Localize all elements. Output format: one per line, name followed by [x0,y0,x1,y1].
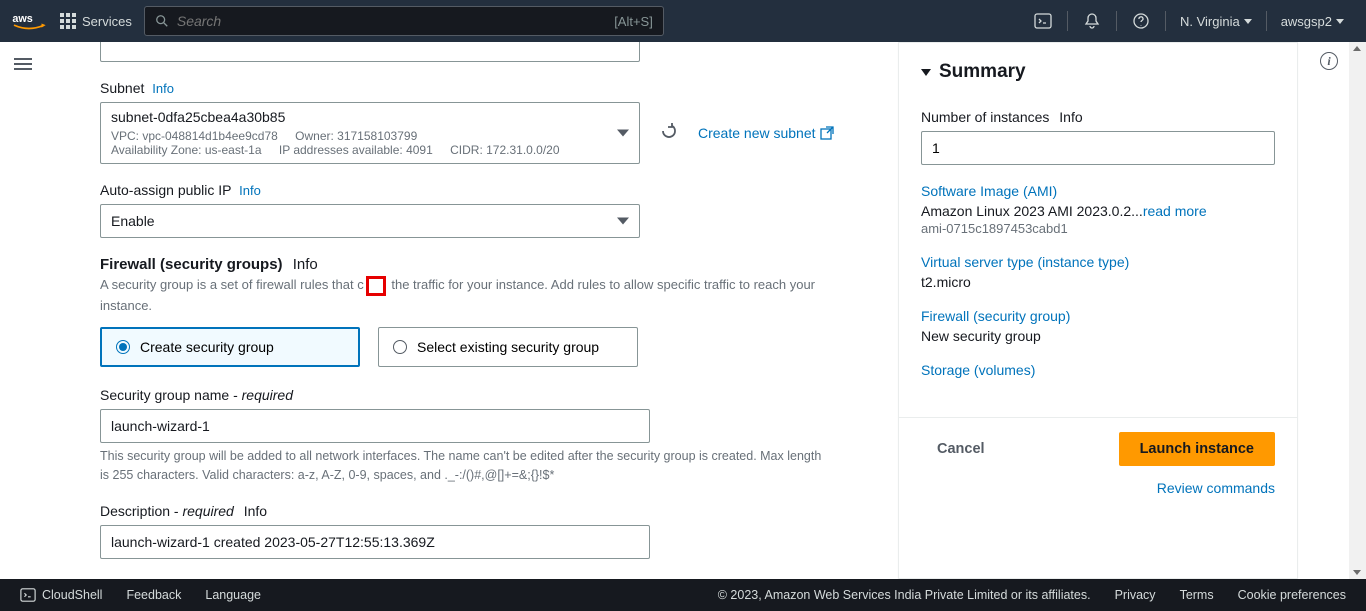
summary-firewall-value: New security group [921,328,1275,344]
sg-desc-input[interactable] [100,525,650,559]
aws-logo[interactable]: aws [12,11,46,31]
sidebar-toggle[interactable] [14,55,32,73]
summary-firewall-link[interactable]: Firewall (security group) [921,308,1275,324]
firewall-heading: Firewall (security groups) [100,256,283,273]
highlight-box [366,276,386,296]
footer-privacy[interactable]: Privacy [1115,588,1156,602]
summary-heading[interactable]: Summary [899,43,1297,97]
instances-info-link[interactable]: Info [1059,109,1082,125]
external-link-icon [820,126,834,140]
footer-copyright: © 2023, Amazon Web Services India Privat… [718,588,1091,602]
footer: CloudShell Feedback Language © 2023, Ama… [0,579,1366,611]
subnet-meta: VPC: vpc-048814d1b4ee9cd78 Owner: 317158… [111,129,629,157]
vertical-scrollbar[interactable] [1349,42,1366,579]
cloudshell-icon[interactable] [1033,11,1053,31]
ami-value: Amazon Linux 2023 AMI 2023.0.2...read mo… [921,203,1275,219]
summary-body: Number of instances Info Software Image … [899,97,1297,417]
subnet-info-link[interactable]: Info [152,81,174,96]
sg-name-help: This security group will be added to all… [100,447,830,485]
summary-actions: Cancel Launch instance Review commands [899,417,1297,510]
radio-create-sg[interactable]: Create security group [100,327,360,367]
radio-indicator [116,340,130,354]
footer-feedback[interactable]: Feedback [126,588,181,602]
footer-language[interactable]: Language [205,588,261,602]
account-selector[interactable]: awsgsp2 [1281,14,1344,29]
radio-select-sg[interactable]: Select existing security group [378,327,638,367]
form-area: Subnet Info subnet-0dfa25cbea4a30b85 VPC… [100,42,872,579]
top-nav: aws Services [Alt+S] N. Virginia awsgsp2 [0,0,1366,42]
auto-ip-select[interactable]: Enable [100,204,640,238]
refresh-icon[interactable] [660,122,678,145]
caret-down-icon [1336,19,1344,24]
chevron-down-icon [617,130,629,137]
sg-name-label: Security group name - required [100,387,862,403]
region-selector[interactable]: N. Virginia [1180,14,1252,29]
cancel-button[interactable]: Cancel [921,433,1001,465]
search-shortcut: [Alt+S] [614,14,653,29]
instances-input[interactable] [921,131,1275,165]
instance-type-value: t2.micro [921,274,1275,290]
firewall-info-link[interactable]: Info [293,256,318,273]
ami-id: ami-0715c1897453cabd1 [921,221,1275,236]
footer-cookies[interactable]: Cookie preferences [1238,588,1346,602]
services-label: Services [82,14,132,29]
subnet-id: subnet-0dfa25cbea4a30b85 [111,109,629,125]
svg-text:aws: aws [12,13,32,25]
auto-ip-info-link[interactable]: Info [239,183,261,198]
review-commands-link[interactable]: Review commands [921,480,1275,496]
caret-down-icon [921,69,931,76]
sg-desc-info-link[interactable]: Info [244,503,267,519]
auto-ip-label: Auto-assign public IP Info [100,182,862,198]
storage-link[interactable]: Storage (volumes) [921,362,1275,378]
vpc-select-partial[interactable] [100,42,640,62]
radio-indicator [393,340,407,354]
help-icon[interactable] [1131,11,1151,31]
summary-panel: Summary Number of instances Info Softwar… [898,42,1298,579]
firewall-description: A security group is a set of firewall ru… [100,275,820,315]
sg-name-input[interactable] [100,409,650,443]
launch-instance-button[interactable]: Launch instance [1119,432,1275,466]
read-more-link[interactable]: read more [1143,203,1207,219]
search-input[interactable] [177,13,653,29]
footer-cloudshell[interactable]: CloudShell [20,587,102,603]
caret-down-icon [1244,19,1252,24]
instances-label: Number of instances Info [921,109,1275,125]
notifications-icon[interactable] [1082,11,1102,31]
search-box[interactable]: [Alt+S] [144,6,664,36]
services-button[interactable]: Services [60,13,132,29]
chevron-down-icon [617,218,629,225]
footer-terms[interactable]: Terms [1180,588,1214,602]
instance-type-link[interactable]: Virtual server type (instance type) [921,254,1275,270]
create-subnet-link[interactable]: Create new subnet [698,125,834,141]
subnet-label: Subnet Info [100,80,862,96]
sg-desc-label: Description - required Info [100,503,862,519]
search-icon [155,14,169,28]
main-content: Subnet Info subnet-0dfa25cbea4a30b85 VPC… [42,42,1328,579]
subnet-select[interactable]: subnet-0dfa25cbea4a30b85 VPC: vpc-048814… [100,102,640,164]
ami-link[interactable]: Software Image (AMI) [921,183,1275,199]
firewall-radio-group: Create security group Select existing se… [100,327,862,367]
services-grid-icon [60,13,76,29]
